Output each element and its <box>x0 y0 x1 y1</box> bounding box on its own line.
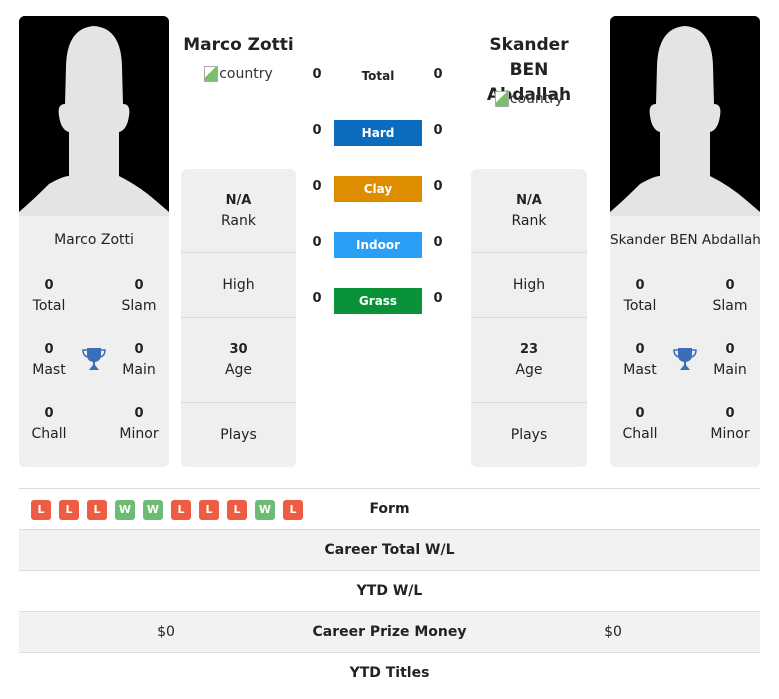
player1-name-heading[interactable]: Marco Zotti <box>181 33 296 58</box>
row-ytd-wl: YTD W/L <box>19 570 760 611</box>
surface-indoor-badge: Indoor <box>334 232 422 258</box>
surface-hard-p1: 0 <box>312 123 322 138</box>
player1-rank: N/A Rank <box>181 169 296 253</box>
player1-age: 30 Age <box>181 318 296 403</box>
player2-card: Skander BEN Abdallah 0 Total 0 Slam 0 Mast … <box>610 216 761 467</box>
row-form-label: Form <box>369 501 410 517</box>
player2-stat-slam: 0 Slam <box>712 278 748 314</box>
surface-total-p2: 0 <box>433 67 443 82</box>
surface-clay-p2: 0 <box>433 179 443 194</box>
player2-card-name: Skander BEN Abdallah <box>610 232 761 248</box>
row-ytd-titles-label: YTD Titles <box>349 665 430 681</box>
player2-rank: N/A Rank <box>471 169 587 253</box>
player2-country-flag: country <box>471 91 587 107</box>
trophy-icon <box>672 346 698 372</box>
player1-stat-total: 0 Total <box>32 278 66 314</box>
surface-total-label: Total <box>361 69 395 83</box>
player2-prize-money: $0 <box>604 624 622 640</box>
player1-card: Marco Zotti 0 Total 0 Slam 0 Mast 0 Main 0 Ch… <box>19 216 169 467</box>
row-form: LLLWWLLLWL Form <box>19 488 760 529</box>
player2-high: High <box>471 253 587 318</box>
surface-hard-p2: 0 <box>433 123 443 138</box>
player1-stat-mast: 0 Mast <box>32 342 66 378</box>
player1-stat-minor: 0 Minor <box>119 406 159 442</box>
player2-stat-chall: 0 Chall <box>622 406 658 442</box>
surface-indoor-p2: 0 <box>433 235 443 250</box>
avatar-silhouette-icon <box>610 16 760 216</box>
row-career-wl: Career Total W/L <box>19 529 760 570</box>
player1-country-flag: country <box>181 66 296 82</box>
surface-grass-badge: Grass <box>334 288 422 314</box>
player2-stat-total: 0 Total <box>623 278 657 314</box>
broken-image-icon <box>204 66 219 82</box>
surface-clay-badge: Clay <box>334 176 422 202</box>
surface-indoor-p1: 0 <box>312 235 322 250</box>
player2-info-box: N/A Rank High 23 Age Plays <box>471 169 587 467</box>
player1-photo <box>19 16 169 216</box>
player2-stat-mast: 0 Mast <box>623 342 657 378</box>
player1-stat-main: 0 Main <box>122 342 156 378</box>
player2-age: 23 Age <box>471 318 587 403</box>
player2-plays: Plays <box>510 427 548 443</box>
player1-high: High <box>181 253 296 318</box>
player1-plays: Plays <box>220 427 257 443</box>
surface-total-p1: 0 <box>312 67 322 82</box>
avatar-silhouette-icon <box>19 16 169 216</box>
surface-clay-p1: 0 <box>312 179 322 194</box>
surface-hard-badge: Hard <box>334 120 422 146</box>
player2-stat-main: 0 Main <box>713 342 747 378</box>
player1-card-name: Marco Zotti <box>54 232 134 248</box>
player1-stat-slam: 0 Slam <box>121 278 157 314</box>
row-career-wl-label: Career Total W/L <box>324 542 455 558</box>
surface-grass-p2: 0 <box>433 291 443 306</box>
player1-stat-chall: 0 Chall <box>31 406 67 442</box>
player2-photo <box>610 16 760 216</box>
surface-grass-p1: 0 <box>312 291 322 306</box>
player2-stat-minor: 0 Minor <box>710 406 750 442</box>
row-ytd-titles: YTD Titles <box>19 652 760 693</box>
trophy-icon <box>81 346 107 372</box>
player1-info-box: N/A Rank High 30 Age Plays <box>181 169 296 467</box>
row-ytd-wl-label: YTD W/L <box>356 583 423 599</box>
broken-image-icon <box>494 91 509 107</box>
row-prize-money: $0 Career Prize Money $0 <box>19 611 760 652</box>
